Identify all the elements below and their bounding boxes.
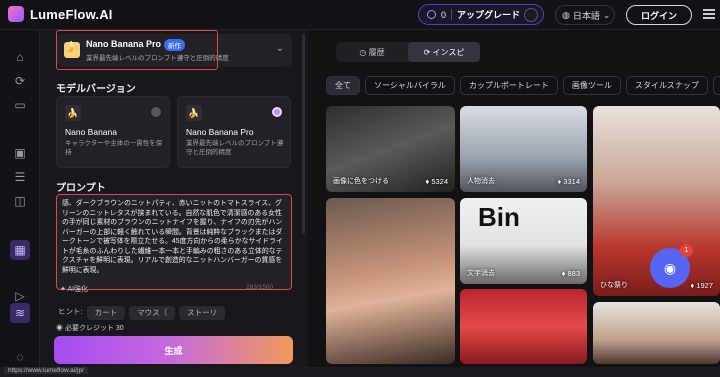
home-icon[interactable]: ⌂ <box>10 47 30 67</box>
chip-more[interactable]: ラ <box>712 76 720 95</box>
radio-button[interactable] <box>272 107 282 117</box>
generate-button[interactable]: 生成 <box>54 336 293 364</box>
radio-button[interactable] <box>151 107 161 117</box>
chip-style-snap[interactable]: スタイルスナップ <box>625 76 708 95</box>
card-label: ひな祭り <box>600 282 628 289</box>
image-list-icon[interactable]: ☰ <box>10 167 30 187</box>
tab-history[interactable]: ◷ 履歴 <box>336 42 408 62</box>
tab-inspiration-label: インスピ <box>432 47 465 57</box>
card-overlay-text: Bin <box>478 202 520 232</box>
version-card-nano-banana[interactable]: 🍌 Nano Banana キャラクターや主体の一貫性を保持 <box>56 96 170 168</box>
language-select[interactable]: ◍ 日本語 ⌄ <box>555 5 615 25</box>
gallery-card[interactable] <box>326 198 455 364</box>
tab-inspiration[interactable]: ⟳ インスピ <box>408 42 480 62</box>
gallery-card[interactable] <box>593 302 720 364</box>
hint-row: ヒント: カート マウス（ ストーリ <box>58 306 226 320</box>
highlight-box <box>56 30 218 70</box>
version-desc: キャラクターや主体の一貫性を保持 <box>65 140 163 156</box>
top-bar: LumeFlow.AI 0 アップグレード ◍ 日本語 ⌄ ログイン <box>0 0 720 30</box>
tab-history-label: 履歴 <box>368 47 385 57</box>
gallery-card[interactable]: 人物消去 ♦ 3314 <box>460 106 587 192</box>
chat-icon[interactable]: ◌ <box>10 347 30 367</box>
credit-required-text: 必要クレジット 30 <box>64 325 124 332</box>
chip-image-tools[interactable]: 画像ツール <box>562 76 621 95</box>
coin-icon <box>427 10 436 19</box>
globe-icon: ◍ <box>562 9 570 20</box>
discord-icon: ◉ <box>663 259 677 276</box>
hint-chip[interactable]: マウス（ <box>129 306 176 320</box>
discord-button[interactable]: ◉ 1 <box>650 244 693 288</box>
gallery-card[interactable] <box>460 289 587 364</box>
image-edit-icon[interactable]: ▣ <box>10 143 30 163</box>
ai-enhance-button[interactable]: ✦ AI強化 <box>60 284 88 294</box>
language-value: 日本語 <box>572 10 600 21</box>
sync-icon: ⟳ <box>423 47 433 57</box>
database-icon[interactable]: ≋ <box>10 303 30 323</box>
model-version-heading: モデルバージョン <box>56 84 136 95</box>
notification-badge: 1 <box>680 244 693 257</box>
version-name: Nano Banana Pro <box>186 127 254 137</box>
version-desc: 業界最先端レベルのプロンプト遵守と圧倒的精度 <box>186 140 284 156</box>
hint-chip[interactable]: ストーリ <box>179 306 226 320</box>
gallery-card[interactable]: 画像に色をつける ♦ 5324 <box>326 106 455 192</box>
status-bar: https://www.lumeflow.ai/jp/ <box>0 367 720 377</box>
card-label: 人物消去 <box>467 178 495 185</box>
version-card-nano-banana-pro[interactable]: 🍌 Nano Banana Pro 業界最先端レベルのプロンプト遵守と圧倒的精度 <box>177 96 291 168</box>
chip-social[interactable]: ソーシャルバイラル <box>365 76 455 95</box>
prompt-textarea[interactable]: 感、ダークブラウンのニットパティ、赤いニットのトマトスライス、グリーンのニットレ… <box>56 194 292 290</box>
theme-toggle-icon[interactable] <box>524 8 538 22</box>
version-name: Nano Banana <box>65 127 117 137</box>
like-count: ♦ 1927 <box>690 281 713 290</box>
scrollbar[interactable] <box>302 34 305 234</box>
ai-enhance-label: AI強化 <box>67 286 89 293</box>
chevron-down-icon: ⌄ <box>602 9 611 20</box>
image-ai-icon[interactable]: ▦ <box>10 240 30 260</box>
gallery-card[interactable]: Bin 文字消去 ♦ 883 <box>460 198 587 284</box>
chip-all[interactable]: 全て <box>326 76 360 95</box>
chip-couple[interactable]: カップルポートレート <box>459 76 558 95</box>
login-button[interactable]: ログイン <box>626 5 692 25</box>
credits-pill[interactable]: 0 アップグレード <box>418 4 544 25</box>
app-name: LumeFlow.AI <box>30 6 113 22</box>
credit-required: ◉ 必要クレジット 30 <box>56 323 124 333</box>
hint-chip[interactable]: カート <box>86 306 126 320</box>
like-count: ♦ 3314 <box>557 177 580 186</box>
logo-icon <box>8 6 24 22</box>
menu-icon[interactable] <box>703 9 715 19</box>
like-count: ♦ 5324 <box>425 177 448 186</box>
credit-count: 0 <box>441 9 447 20</box>
logo[interactable]: LumeFlow.AI <box>8 6 113 22</box>
chevron-down-icon: ⌄ <box>275 43 284 54</box>
card-label: 文字消去 <box>467 270 495 277</box>
banana-icon: 🍌 <box>186 105 202 121</box>
category-chips: 全て ソーシャルバイラル カップルポートレート 画像ツール スタイルスナップ ラ <box>326 76 720 95</box>
refresh-icon[interactable]: ⟳ <box>10 71 30 91</box>
status-url: https://www.lumeflow.ai/jp/ <box>4 367 88 374</box>
layers-icon[interactable]: ◫ <box>10 191 30 211</box>
card-label: 画像に色をつける <box>333 178 389 185</box>
hint-label: ヒント: <box>58 307 83 316</box>
divider <box>451 9 453 20</box>
banana-icon: 🍌 <box>65 105 81 121</box>
side-rail: ⌂ ⟳ ▭ ▣ ☰ ◫ ▦ ▷ ≋ ◌ <box>0 30 40 377</box>
char-counter: 283/1500 <box>246 284 274 291</box>
clock-icon: ◷ <box>359 47 369 57</box>
folder-icon[interactable]: ▭ <box>10 95 30 115</box>
upgrade-button[interactable]: アップグレード <box>457 8 520 21</box>
like-count: ♦ 883 <box>561 269 580 278</box>
gallery-tabs: ◷ 履歴 ⟳ インスピ <box>336 42 480 62</box>
coin-icon: ◉ <box>56 325 63 332</box>
prompt-heading: プロンプト <box>56 183 106 194</box>
